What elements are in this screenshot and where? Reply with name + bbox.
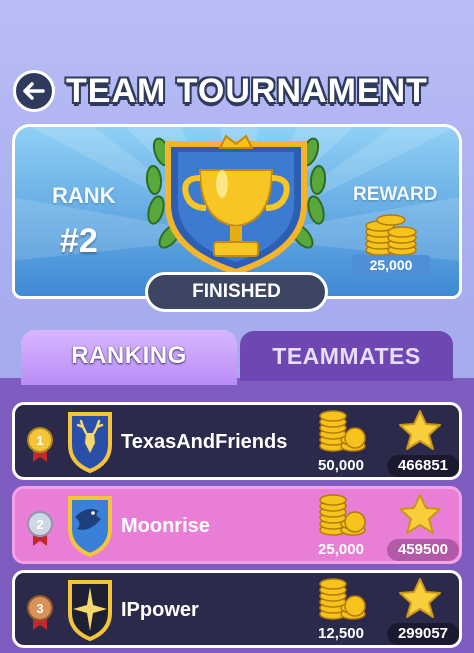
star-emblem-icon <box>68 580 112 641</box>
place-number: 1 <box>36 433 43 448</box>
table-row[interactable]: 2 Moonrise 25,000 459500 <box>12 486 462 564</box>
coins-value: 12,500 <box>318 625 364 642</box>
table-row[interactable]: 1 TexasAndFriends 50,000 466851 <box>12 402 462 480</box>
trophy-icon <box>145 134 327 276</box>
silver-medal-icon: 2 <box>27 511 53 546</box>
rank-label: RANK <box>52 183 116 208</box>
gold-medal-icon: 1 <box>27 427 53 462</box>
place-number: 3 <box>36 601 43 616</box>
team-name: IPpower <box>121 599 199 621</box>
status-badge: FINISHED <box>145 272 328 312</box>
tab-teammates[interactable]: TEAMMATES <box>240 331 453 381</box>
place-number: 2 <box>36 517 43 532</box>
page-title: TEAM TOURNAMENT <box>66 72 428 110</box>
back-button[interactable] <box>13 70 55 112</box>
coins-icon <box>319 578 366 620</box>
bird-emblem-icon <box>68 496 112 557</box>
star-icon <box>399 494 441 534</box>
tab-ranking[interactable]: RANKING <box>21 330 237 385</box>
bronze-medal-icon: 3 <box>27 595 53 630</box>
coin-stack-icon <box>365 214 417 256</box>
rank-value: #2 <box>60 222 98 260</box>
score-value: 459500 <box>387 539 459 561</box>
coins-value: 50,000 <box>318 457 364 474</box>
back-arrow-icon <box>23 82 45 100</box>
coins-value: 25,000 <box>318 541 364 558</box>
star-icon <box>399 578 441 618</box>
score-value: 466851 <box>387 455 459 477</box>
star-icon <box>399 410 441 450</box>
team-name: Moonrise <box>121 515 210 537</box>
team-name: TexasAndFriends <box>121 431 288 453</box>
reward-amount: 25,000 <box>352 255 430 275</box>
table-row[interactable]: 3 IPpower 12,500 299057 <box>12 570 462 648</box>
deer-emblem-icon <box>68 412 112 473</box>
coins-icon <box>319 410 366 452</box>
coins-icon <box>319 494 366 536</box>
score-value: 299057 <box>387 623 459 645</box>
reward-label: REWARD <box>353 184 438 205</box>
